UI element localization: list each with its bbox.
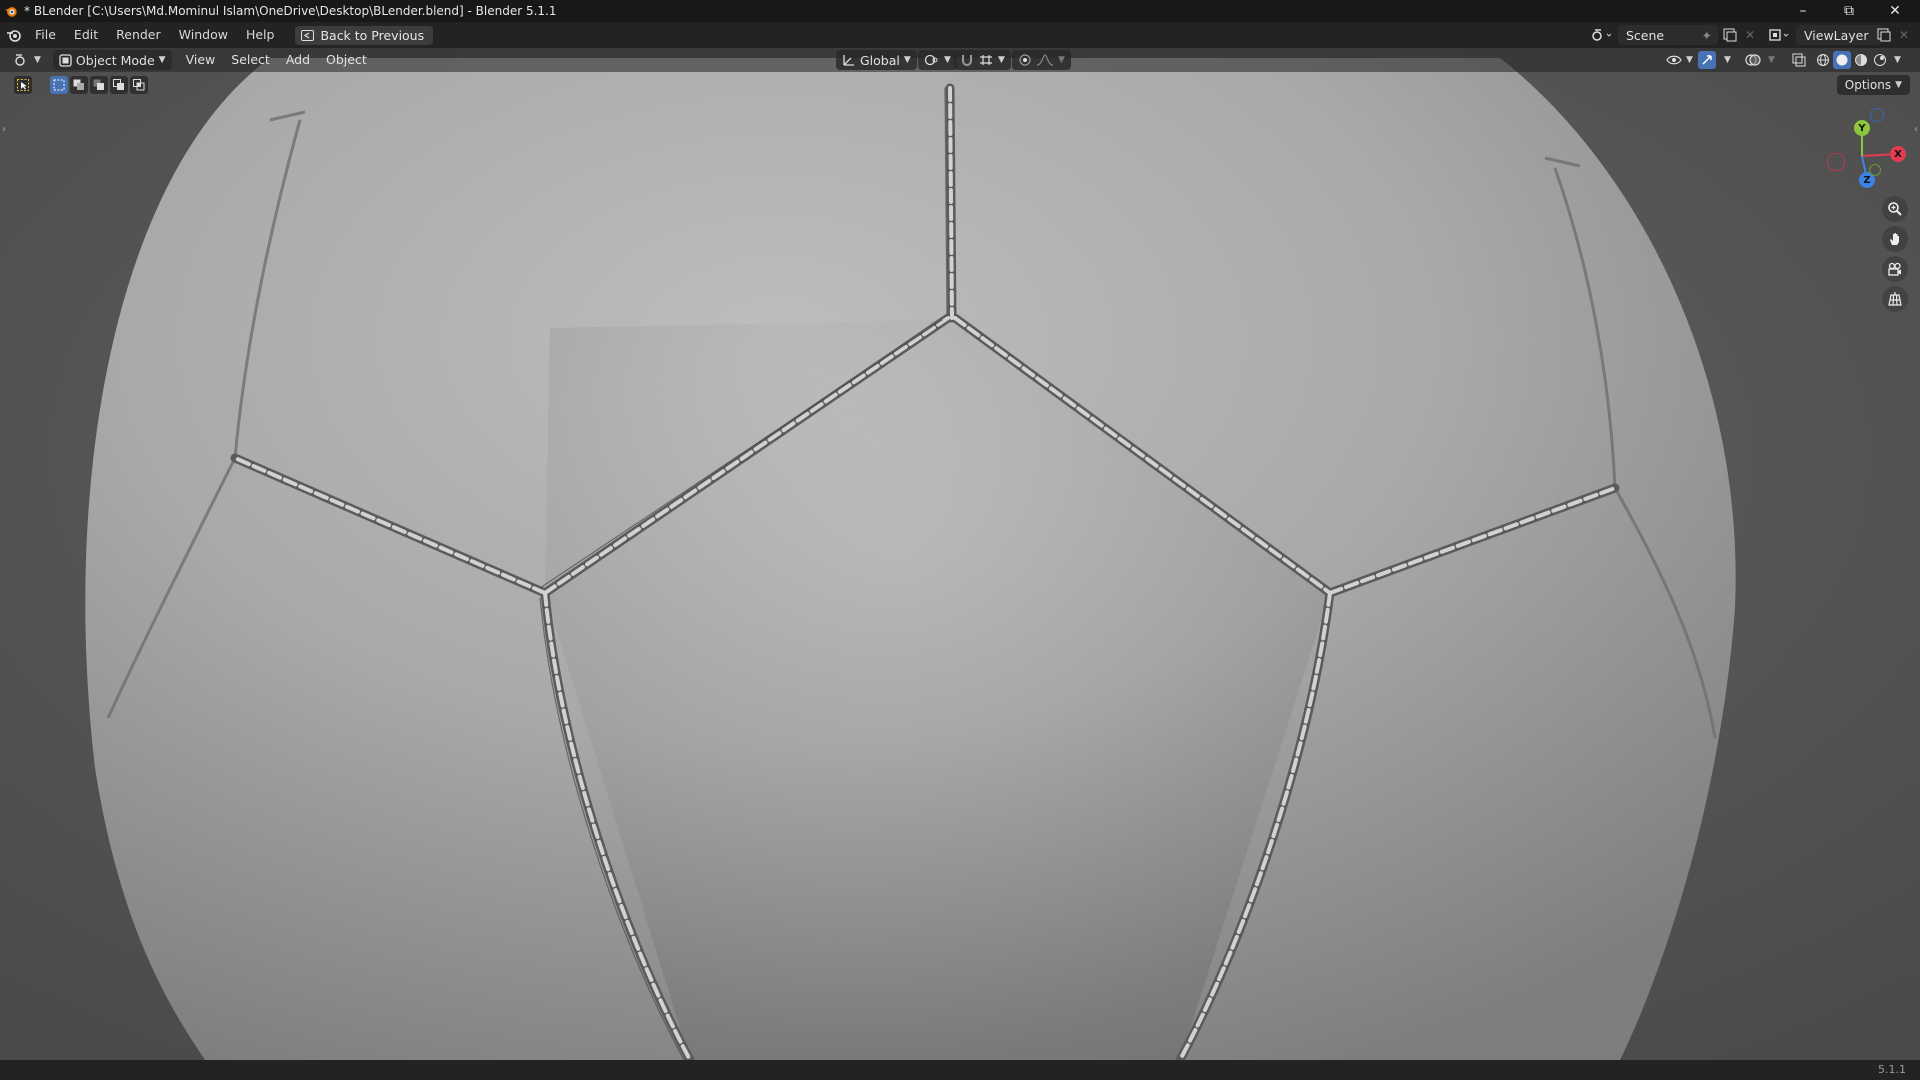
soccer-ball-render	[0, 48, 1920, 1060]
falloff-curve-icon	[1036, 54, 1054, 66]
pivot-point-icon	[924, 54, 938, 66]
chevron-down-icon: ▼	[944, 55, 951, 65]
object-mode-icon	[59, 53, 72, 67]
minimize-icon[interactable]: –	[1780, 0, 1826, 22]
gizmo-options-chevron[interactable]: ▼	[1724, 55, 1731, 65]
tool-settings-row	[14, 76, 148, 94]
pan-hand-icon[interactable]	[1882, 226, 1908, 252]
gizmo-neg-y-axis[interactable]	[1869, 164, 1881, 176]
ortho-grid-icon[interactable]	[1882, 286, 1908, 312]
new-viewlayer-icon[interactable]	[1874, 25, 1894, 45]
3d-viewport[interactable]: ▼ Object Mode ▼ View Select Add Object G…	[0, 48, 1920, 1060]
scene-name: Scene	[1626, 27, 1665, 43]
proportional-edit-icon	[1019, 54, 1031, 66]
chevron-down-icon: ▼	[1686, 55, 1693, 65]
restore-icon[interactable]: ⧉	[1826, 0, 1872, 22]
menu-help[interactable]: Help	[237, 22, 284, 48]
status-bar: 5.1.1	[0, 1060, 1920, 1080]
snap-increment-icon	[980, 55, 992, 65]
rendered-shading-icon[interactable]	[1871, 51, 1889, 69]
gizmo-icon	[1702, 55, 1712, 65]
back-to-previous-label: Back to Previous	[320, 27, 425, 43]
sidebar-expand-icon[interactable]: ‹	[1914, 124, 1918, 135]
menu-add[interactable]: Add	[278, 48, 318, 72]
selection-set-icon[interactable]	[50, 76, 68, 94]
object-visibility-dropdown[interactable]: ▼	[1660, 50, 1699, 70]
window-title: * BLender [C:\Users\Md.Mominul Islam\One…	[24, 4, 557, 18]
snap-magnet-icon	[962, 55, 972, 66]
chevron-down-icon: ▼	[998, 55, 1005, 65]
version-label: 5.1.1	[1878, 1063, 1906, 1076]
menu-select[interactable]: Select	[223, 48, 278, 72]
scene-browse-icon[interactable]	[1588, 25, 1616, 45]
mode-dropdown[interactable]: Object Mode ▼	[52, 50, 172, 70]
xray-icon	[1792, 53, 1806, 67]
gizmo-x-axis[interactable]: X	[1890, 146, 1906, 162]
orientation-label: Global	[860, 52, 900, 68]
camera-view-icon[interactable]	[1882, 256, 1908, 282]
blender-logo-icon	[4, 7, 17, 17]
selection-invert-icon[interactable]	[110, 76, 128, 94]
blender-menu-icon[interactable]	[6, 27, 22, 43]
pin-icon[interactable]: ✦	[1702, 28, 1712, 43]
selection-intersect-icon[interactable]	[130, 76, 148, 94]
solid-shading-icon[interactable]	[1833, 51, 1851, 69]
gizmos-toggle[interactable]	[1698, 51, 1716, 69]
menu-edit[interactable]: Edit	[65, 22, 107, 48]
topbar: File Edit Render Window Help Back to Pre…	[0, 22, 1920, 48]
menu-render[interactable]: Render	[107, 22, 170, 48]
options-dropdown[interactable]: Options ▼	[1836, 75, 1910, 95]
navigation-gizmo[interactable]: X Y Z	[1826, 108, 1906, 192]
eye-icon	[1666, 55, 1682, 65]
gizmo-y-axis[interactable]: Y	[1854, 120, 1870, 136]
shading-mode-group: ▼	[1814, 51, 1901, 69]
shading-options-chevron[interactable]: ▼	[1894, 51, 1901, 69]
close-icon[interactable]: ✕	[1872, 0, 1918, 22]
chevron-down-icon: ▼	[903, 55, 911, 65]
menu-view[interactable]: View	[178, 48, 224, 72]
chevron-down-icon: ▼	[1058, 55, 1065, 65]
wireframe-shading-icon[interactable]	[1814, 51, 1832, 69]
snapping-toggle[interactable]: ▼	[954, 50, 1011, 70]
screen-back-icon	[301, 29, 315, 41]
viewlayer-browse-icon[interactable]	[1766, 25, 1794, 45]
chevron-down-icon: ▼	[1895, 80, 1902, 90]
viewlayer-name-field[interactable]: ViewLayer	[1796, 25, 1882, 45]
chevron-down-icon: ▼	[34, 55, 41, 65]
toolbar-expand-icon[interactable]: ›	[2, 124, 6, 135]
back-to-previous-button[interactable]: Back to Previous	[295, 25, 434, 45]
pivot-point-dropdown[interactable]: ▼	[918, 50, 957, 70]
mode-label: Object Mode	[75, 52, 155, 68]
3d-viewport-icon	[15, 54, 25, 66]
zoom-icon[interactable]	[1882, 196, 1908, 222]
viewlayer-name: ViewLayer	[1804, 27, 1869, 43]
viewport-header: ▼ Object Mode ▼ View Select Add Object G…	[0, 48, 1920, 72]
gizmo-neg-z-axis[interactable]	[1870, 108, 1884, 122]
selection-extend-icon[interactable]	[70, 76, 88, 94]
menu-object[interactable]: Object	[318, 48, 375, 72]
options-label: Options	[1844, 78, 1892, 92]
overlays-icon	[1745, 54, 1761, 66]
editor-type-dropdown[interactable]: ▼	[8, 50, 47, 70]
select-tool-icon[interactable]	[14, 76, 32, 94]
scene-name-field[interactable]: Scene ✦	[1618, 25, 1718, 45]
delete-viewlayer-icon[interactable]: ✕	[1894, 25, 1914, 45]
window-titlebar: * BLender [C:\Users\Md.Mominul Islam\One…	[0, 0, 1920, 22]
xray-toggle[interactable]	[1790, 51, 1808, 69]
material-preview-shading-icon[interactable]	[1852, 51, 1870, 69]
chevron-down-icon: ▼	[158, 55, 166, 65]
menu-file[interactable]: File	[26, 22, 65, 48]
overlay-options-chevron[interactable]: ▼	[1768, 55, 1775, 65]
proportional-editing-toggle[interactable]: ▼	[1012, 50, 1071, 70]
selection-subtract-icon[interactable]	[90, 76, 108, 94]
new-scene-icon[interactable]	[1720, 25, 1740, 45]
overlays-toggle[interactable]	[1744, 51, 1762, 69]
orientation-axes-icon	[843, 55, 854, 66]
transform-orientation-dropdown[interactable]: Global ▼	[836, 50, 917, 70]
gizmo-neg-x-axis[interactable]	[1827, 153, 1845, 171]
menu-window[interactable]: Window	[170, 22, 237, 48]
delete-scene-icon[interactable]: ✕	[1740, 25, 1760, 45]
